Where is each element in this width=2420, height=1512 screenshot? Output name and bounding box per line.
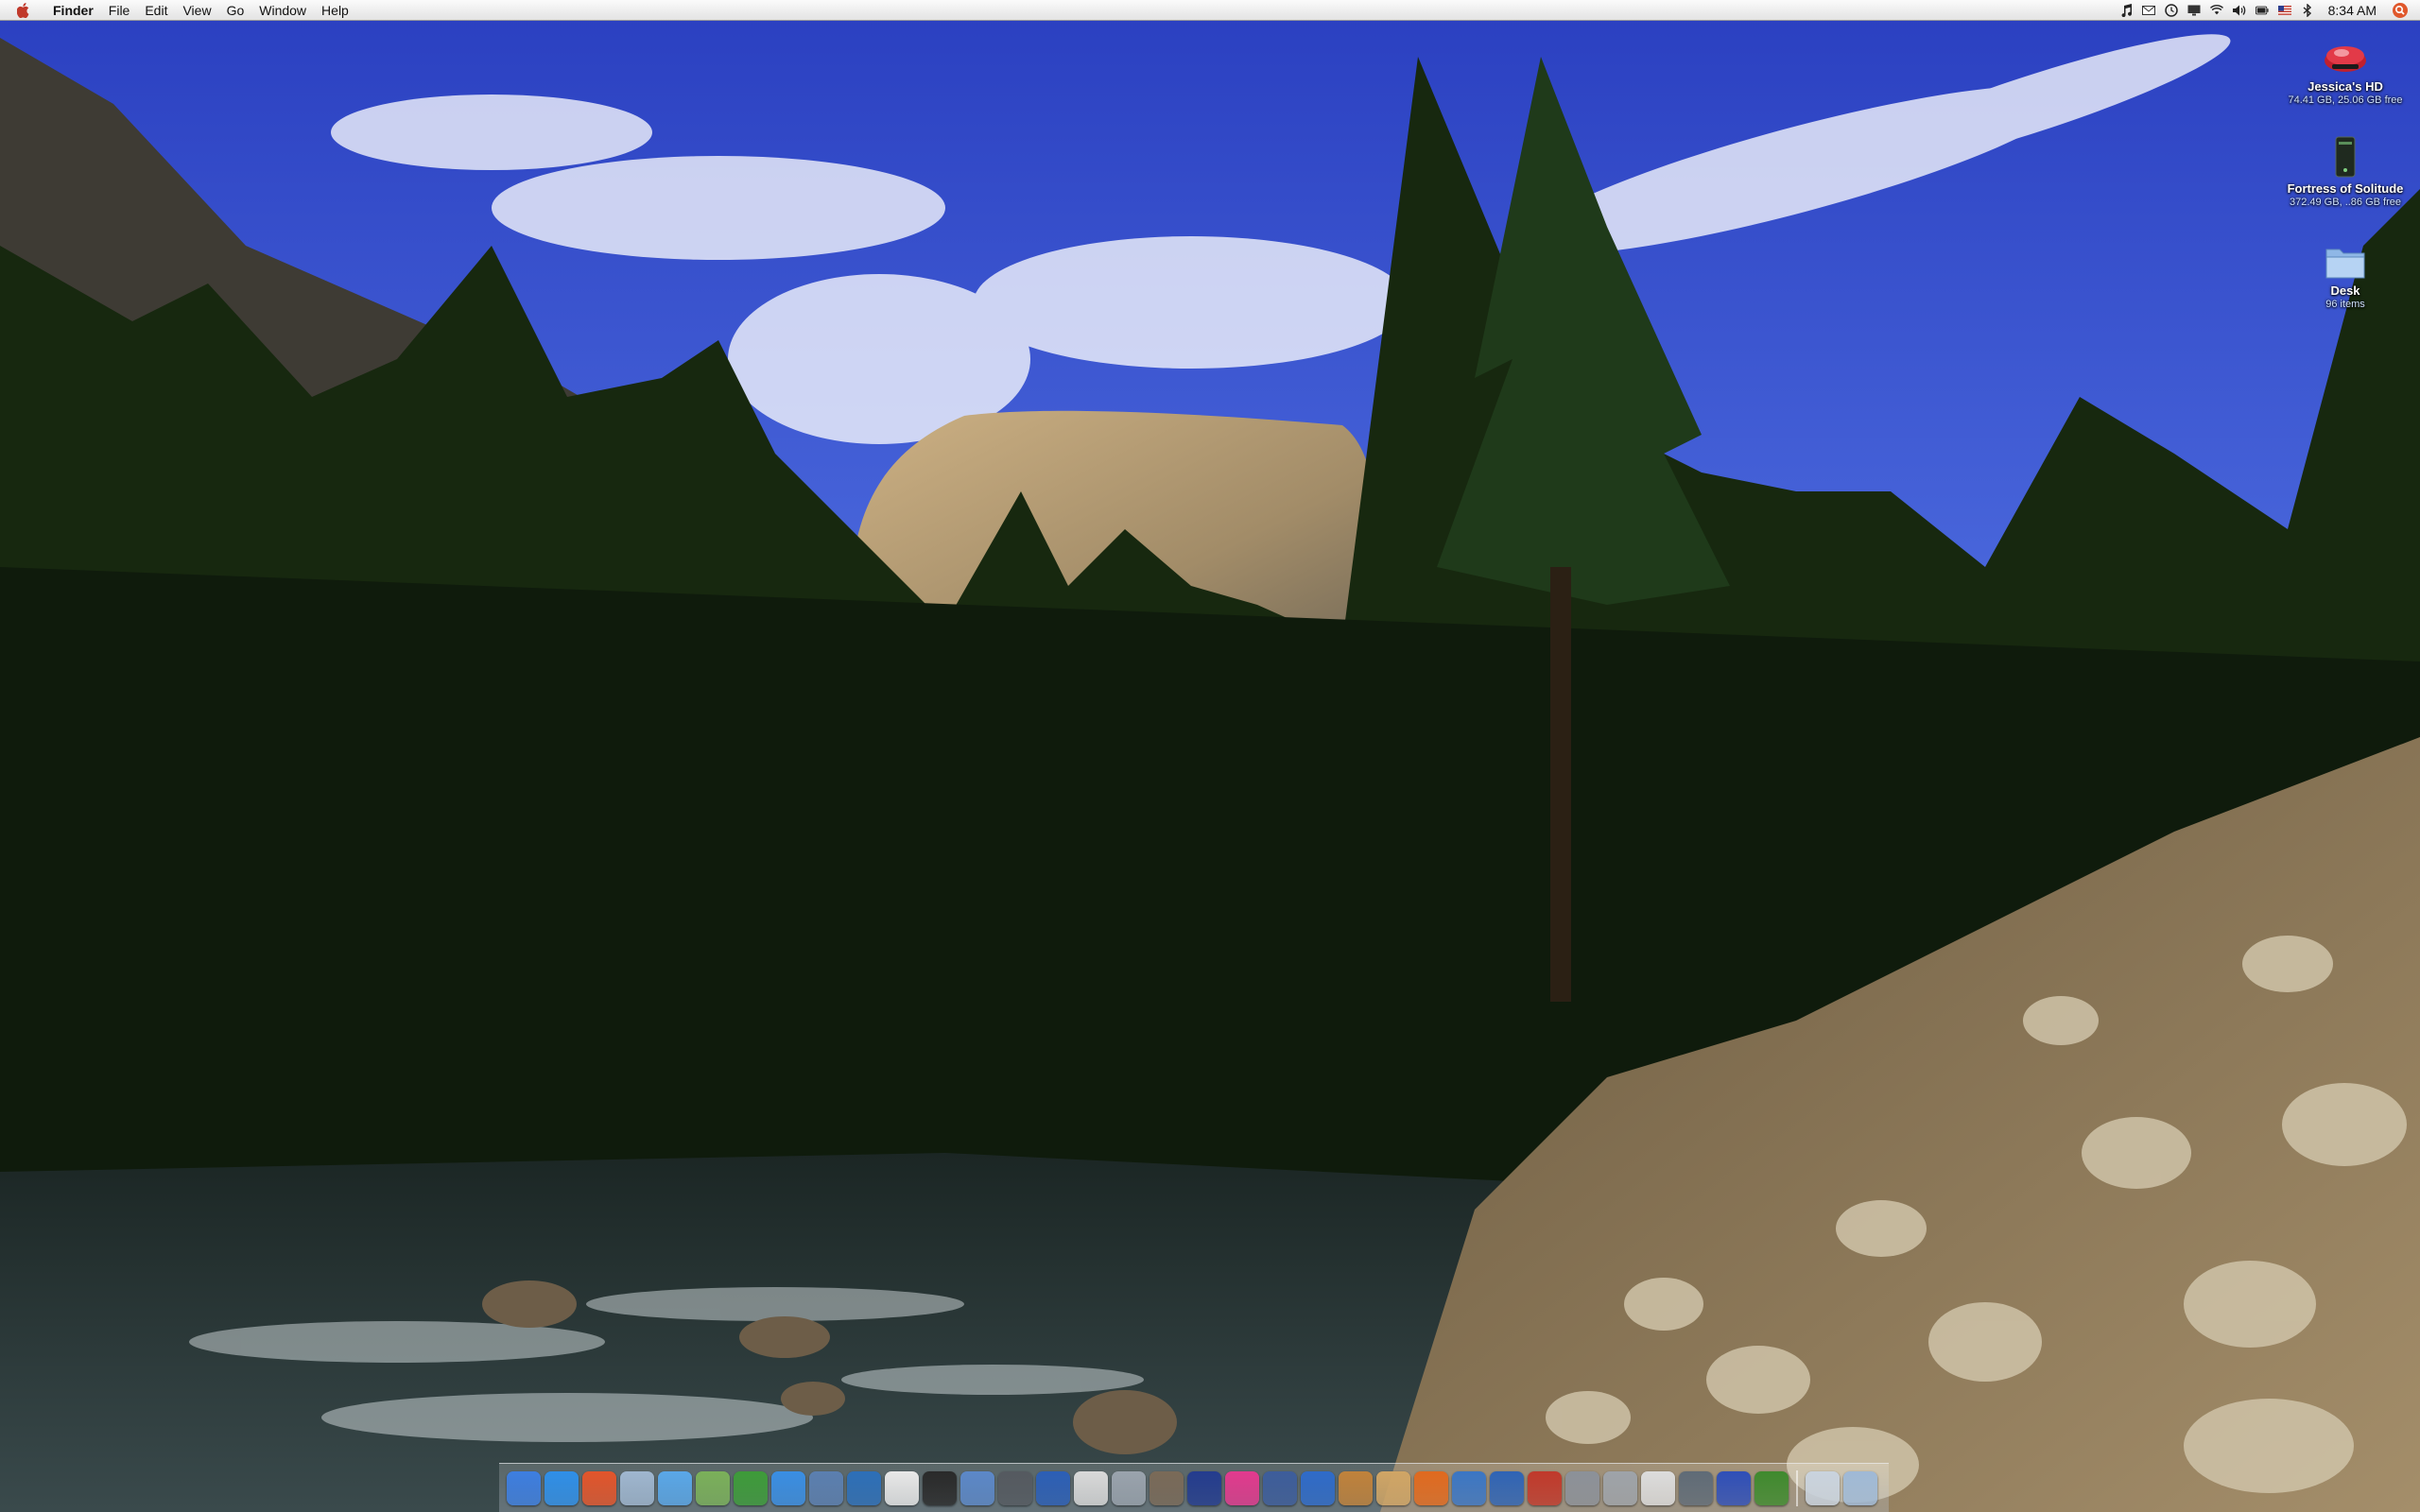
ichat-icon[interactable]	[771, 1470, 805, 1505]
books-app-icon[interactable]	[1490, 1470, 1524, 1505]
nx-icon[interactable]	[998, 1470, 1032, 1505]
system-prefs-icon[interactable]	[1565, 1470, 1599, 1505]
battery-icon[interactable]	[2255, 4, 2269, 17]
us-flag-icon[interactable]	[2277, 4, 2291, 17]
disc-app-icon[interactable]	[1679, 1470, 1713, 1505]
desktop-item-label: Fortress of Solitude	[2287, 181, 2404, 196]
network-app-icon[interactable]	[1452, 1470, 1486, 1505]
external-drive-icon	[2274, 136, 2416, 178]
menu-bar: Finder File Edit View Go Window Help 8:3…	[0, 0, 2420, 21]
photoshop-icon[interactable]	[1376, 1470, 1410, 1505]
menu-file[interactable]: File	[101, 0, 138, 21]
menu-window[interactable]: Window	[251, 0, 314, 21]
ical-icon[interactable]	[885, 1470, 919, 1505]
dvd-player-icon[interactable]	[923, 1470, 957, 1505]
xcode-icon[interactable]	[1036, 1470, 1070, 1505]
mail-icon[interactable]	[620, 1470, 654, 1505]
disk-utility-icon[interactable]	[1112, 1470, 1146, 1505]
wallpaper-yosemite	[0, 0, 2420, 1512]
apple-menu-icon[interactable]	[15, 2, 32, 18]
ipod-icon[interactable]	[1641, 1470, 1675, 1505]
menu-clock[interactable]: 8:34 AM	[2328, 3, 2377, 18]
photo-browser-icon[interactable]	[847, 1470, 881, 1505]
menu-extras: 8:34 AM	[2115, 0, 2420, 21]
desktop-item-label: Desk	[2330, 284, 2360, 298]
firefox-icon[interactable]	[1414, 1470, 1448, 1505]
desktop-item-info: 74.41 GB, 25.06 GB free	[2288, 94, 2403, 106]
w-app-icon[interactable]	[1717, 1470, 1751, 1505]
desktop-item-label: Jessica's HD	[2308, 79, 2383, 94]
time-machine-icon[interactable]	[2164, 3, 2178, 17]
imovie-icon[interactable]	[1263, 1470, 1297, 1505]
script-editor-icon[interactable]	[696, 1470, 730, 1505]
iphoto-icon[interactable]	[960, 1470, 994, 1505]
menu-edit[interactable]: Edit	[137, 0, 175, 21]
display-icon[interactable]	[2187, 4, 2201, 17]
desktop-item-info: 96 items	[2325, 299, 2365, 310]
dictionary-icon[interactable]	[1528, 1470, 1562, 1505]
stopwatch-icon[interactable]	[1301, 1470, 1335, 1505]
flower-app-icon[interactable]	[1225, 1470, 1259, 1505]
fruit-app-icon[interactable]	[582, 1470, 616, 1505]
desktop-item-fortress-of-solitude[interactable]: Fortress of Solitude 372.49 GB, ..86 GB …	[2274, 136, 2416, 208]
dock-stacks	[1804, 1470, 1879, 1505]
menu-finder[interactable]: Finder	[45, 0, 101, 21]
itunes-note-icon[interactable]	[2119, 3, 2133, 17]
pencil-app-icon[interactable]	[1339, 1470, 1373, 1505]
adium-duck-icon[interactable]	[734, 1470, 768, 1505]
wifi-icon[interactable]	[2209, 4, 2223, 17]
safari-icon[interactable]	[544, 1470, 579, 1505]
image-capture-icon[interactable]	[1150, 1470, 1184, 1505]
desktop[interactable]	[0, 0, 2420, 1512]
menu-view[interactable]: View	[175, 0, 218, 21]
documents-stack-icon[interactable]	[1806, 1470, 1840, 1505]
tree-app-icon[interactable]	[1754, 1470, 1789, 1505]
textedit-icon[interactable]	[1074, 1470, 1108, 1505]
bluetooth-icon[interactable]	[2301, 3, 2314, 17]
trash-icon[interactable]	[1843, 1470, 1877, 1505]
mail-icon[interactable]	[2141, 4, 2155, 17]
menu-go[interactable]: Go	[219, 0, 252, 21]
itunes-icon[interactable]	[658, 1470, 692, 1505]
spotlight-icon[interactable]	[2390, 0, 2411, 21]
volume-icon[interactable]	[2232, 4, 2246, 17]
desktop-item-info: 372.49 GB, ..86 GB free	[2289, 197, 2401, 208]
finder-icon[interactable]	[507, 1470, 541, 1505]
dock-apps	[505, 1470, 1790, 1505]
preview-icon[interactable]	[809, 1470, 843, 1505]
hard-drive-icon	[2274, 34, 2416, 76]
desktop-item-jessicas-hd[interactable]: Jessica's HD 74.41 GB, 25.06 GB free	[2274, 34, 2416, 106]
calculator-icon[interactable]	[1603, 1470, 1637, 1505]
star-app-icon[interactable]	[1187, 1470, 1221, 1505]
folder-icon	[2274, 238, 2416, 280]
desktop-item-desk[interactable]: Desk 96 items	[2274, 238, 2416, 310]
menu-help[interactable]: Help	[314, 0, 356, 21]
dock	[499, 1463, 1889, 1512]
dock-separator	[1796, 1469, 1798, 1506]
